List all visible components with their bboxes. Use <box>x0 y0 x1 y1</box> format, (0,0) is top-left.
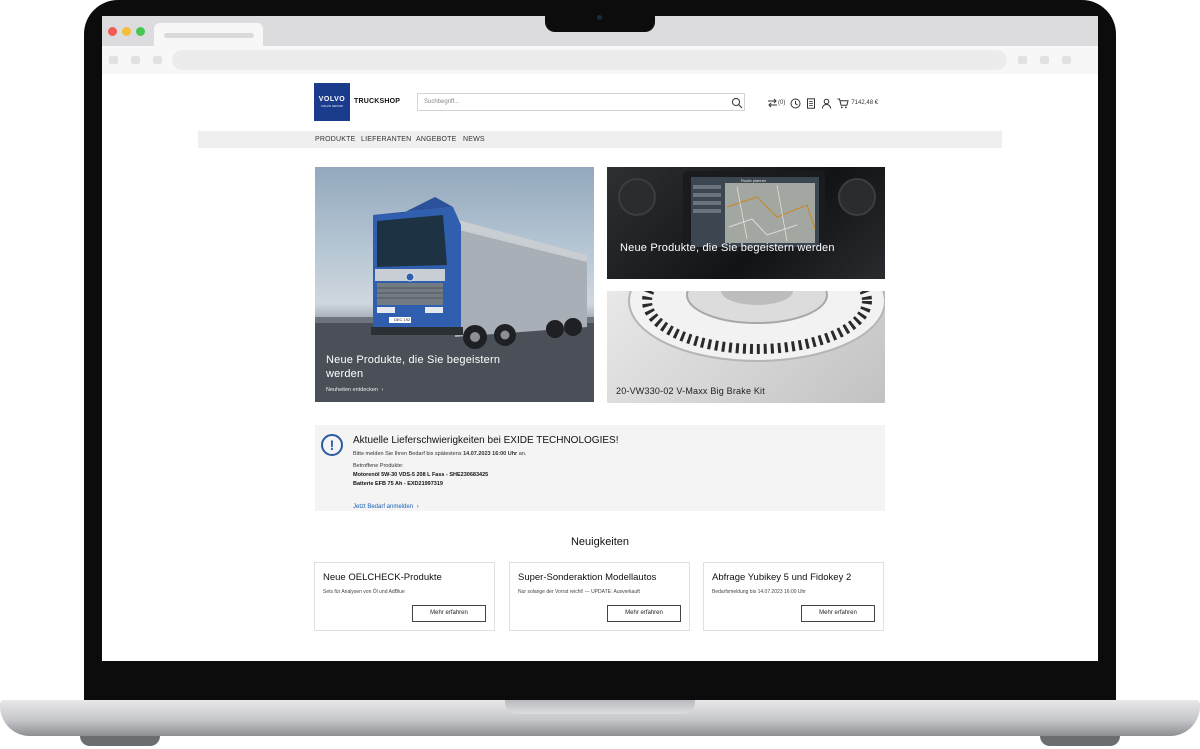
notepad-icon[interactable] <box>806 96 816 110</box>
news-card-subtitle: Nur solange der Vorrat reicht! --- UPDAT… <box>518 589 640 595</box>
notice-product-2: Batterie EFB 75 Ah - EXD21997319 <box>353 481 443 487</box>
toolbar-button-2[interactable] <box>1040 56 1049 64</box>
news-card-title: Super-Sonderaktion Modellautos <box>518 572 657 583</box>
main-navigation: PRODUKTE LIEFERANTEN ANGEBOTE NEWS <box>198 131 1002 148</box>
hero-tile-new-products[interactable]: Route planner Neue Produkte, die Sie beg… <box>607 167 885 279</box>
notice-products-label: Betroffene Produkte: <box>353 463 404 469</box>
nav-item-produkte[interactable]: PRODUKTE <box>315 136 356 143</box>
hero-tile-top-title: Neue Produkte, die Sie begeistern werden <box>620 242 835 254</box>
tab-title-placeholder <box>164 33 254 38</box>
hero-main-banner[interactable]: DEC 192 Neue Produkte, die Sie begeister… <box>315 167 594 402</box>
news-card-subtitle: Sets für Analysen von Öl und AdBlue <box>323 589 405 595</box>
news-card-title: Abfrage Yubikey 5 und Fidokey 2 <box>712 572 852 583</box>
header-actions: (0) 7142,48 € <box>767 96 883 110</box>
search-box[interactable]: Suchbegriff... <box>417 93 745 111</box>
news-card: Abfrage Yubikey 5 und Fidokey 2 Bedarfsm… <box>703 562 884 631</box>
volvo-logo[interactable]: VOLVO VOLVO GROUP <box>314 83 350 121</box>
toolbar-button-1[interactable] <box>1018 56 1027 64</box>
notice-deadline: Bitte melden Sie Ihren Bedarf bis spätes… <box>353 451 527 457</box>
more-info-button[interactable]: Mehr erfahren <box>412 605 486 622</box>
laptop-foot-right <box>1040 736 1120 746</box>
address-bar[interactable] <box>172 50 1007 70</box>
window-maximize-button[interactable] <box>136 27 145 36</box>
search-input[interactable]: Suchbegriff... <box>424 99 459 105</box>
shop-brand[interactable]: TRUCKSHOP <box>354 98 400 105</box>
search-icon[interactable] <box>731 96 743 109</box>
back-button[interactable] <box>109 56 118 64</box>
more-info-button[interactable]: Mehr erfahren <box>607 605 681 622</box>
hero-main-title: Neue Produkte, die Sie begeistern werden <box>326 354 501 380</box>
notice-title: Aktuelle Lieferschwierigkeiten bei EXIDE… <box>353 435 619 446</box>
hero-main-link[interactable]: Neuheiten entdecken › <box>326 387 383 393</box>
hero-main-link-label: Neuheiten entdecken <box>326 387 378 393</box>
compare-icon <box>767 98 778 108</box>
camera-icon <box>597 15 602 20</box>
exclamation-icon: ! <box>321 434 343 456</box>
map-screen-label: Route planner <box>741 178 767 183</box>
compare-count: (0) <box>778 100 786 106</box>
cart-button[interactable]: 7142,48 € <box>837 96 878 110</box>
more-info-button[interactable]: Mehr erfahren <box>801 605 875 622</box>
hero-tile-brake-kit[interactable]: 20-VW330-02 V-Maxx Big Brake Kit <box>607 291 885 403</box>
news-card: Super-Sonderaktion Modellautos Nur solan… <box>509 562 690 631</box>
compare-button[interactable]: (0) <box>767 96 785 110</box>
browser-tab[interactable] <box>154 23 263 47</box>
browser-toolbar <box>102 46 1098 74</box>
notice-register-link-label: Jetzt Bedarf anmelden <box>353 504 414 510</box>
truck-plate: DEC 192 <box>394 317 411 322</box>
cart-icon <box>837 98 849 109</box>
navigation-display-image <box>618 171 876 251</box>
laptop-base-groove <box>505 700 695 714</box>
laptop-screen: VOLVO VOLVO GROUP TRUCKSHOP Suchbegriff.… <box>102 16 1098 661</box>
cart-total: 7142,48 € <box>851 100 879 106</box>
news-card-title: Neue OELCHECK-Produkte <box>323 572 442 583</box>
laptop-foot-left <box>80 736 160 746</box>
reload-button[interactable] <box>153 56 162 64</box>
history-icon[interactable] <box>790 96 801 110</box>
forward-button[interactable] <box>131 56 140 64</box>
nav-item-news[interactable]: NEWS <box>463 136 485 143</box>
nav-item-angebote[interactable]: ANGEBOTE <box>416 136 457 143</box>
chevron-right-icon: › <box>416 504 419 510</box>
toolbar-button-3[interactable] <box>1062 56 1071 64</box>
notice-product-1: Motorenöl 5W-30 VDS-5 208 L Fass - SHE23… <box>353 472 489 478</box>
user-icon[interactable] <box>821 96 832 110</box>
news-card-subtitle: Bedarfsmeldung bis 14.07.2023 16:00 Uhr <box>712 589 806 595</box>
supply-notice: ! Aktuelle Lieferschwierigkeiten bei EXI… <box>315 425 885 511</box>
nav-item-lieferanten[interactable]: LIEFERANTEN <box>361 136 411 143</box>
hero-tile-bottom-title: 20-VW330-02 V-Maxx Big Brake Kit <box>616 386 765 396</box>
news-heading: Neuigkeiten <box>570 536 630 548</box>
window-close-button[interactable] <box>108 27 117 36</box>
notice-register-link[interactable]: Jetzt Bedarf anmelden › <box>353 504 419 510</box>
chevron-right-icon: › <box>381 387 384 393</box>
window-minimize-button[interactable] <box>122 27 131 36</box>
news-card: Neue OELCHECK-Produkte Sets für Analysen… <box>314 562 495 631</box>
